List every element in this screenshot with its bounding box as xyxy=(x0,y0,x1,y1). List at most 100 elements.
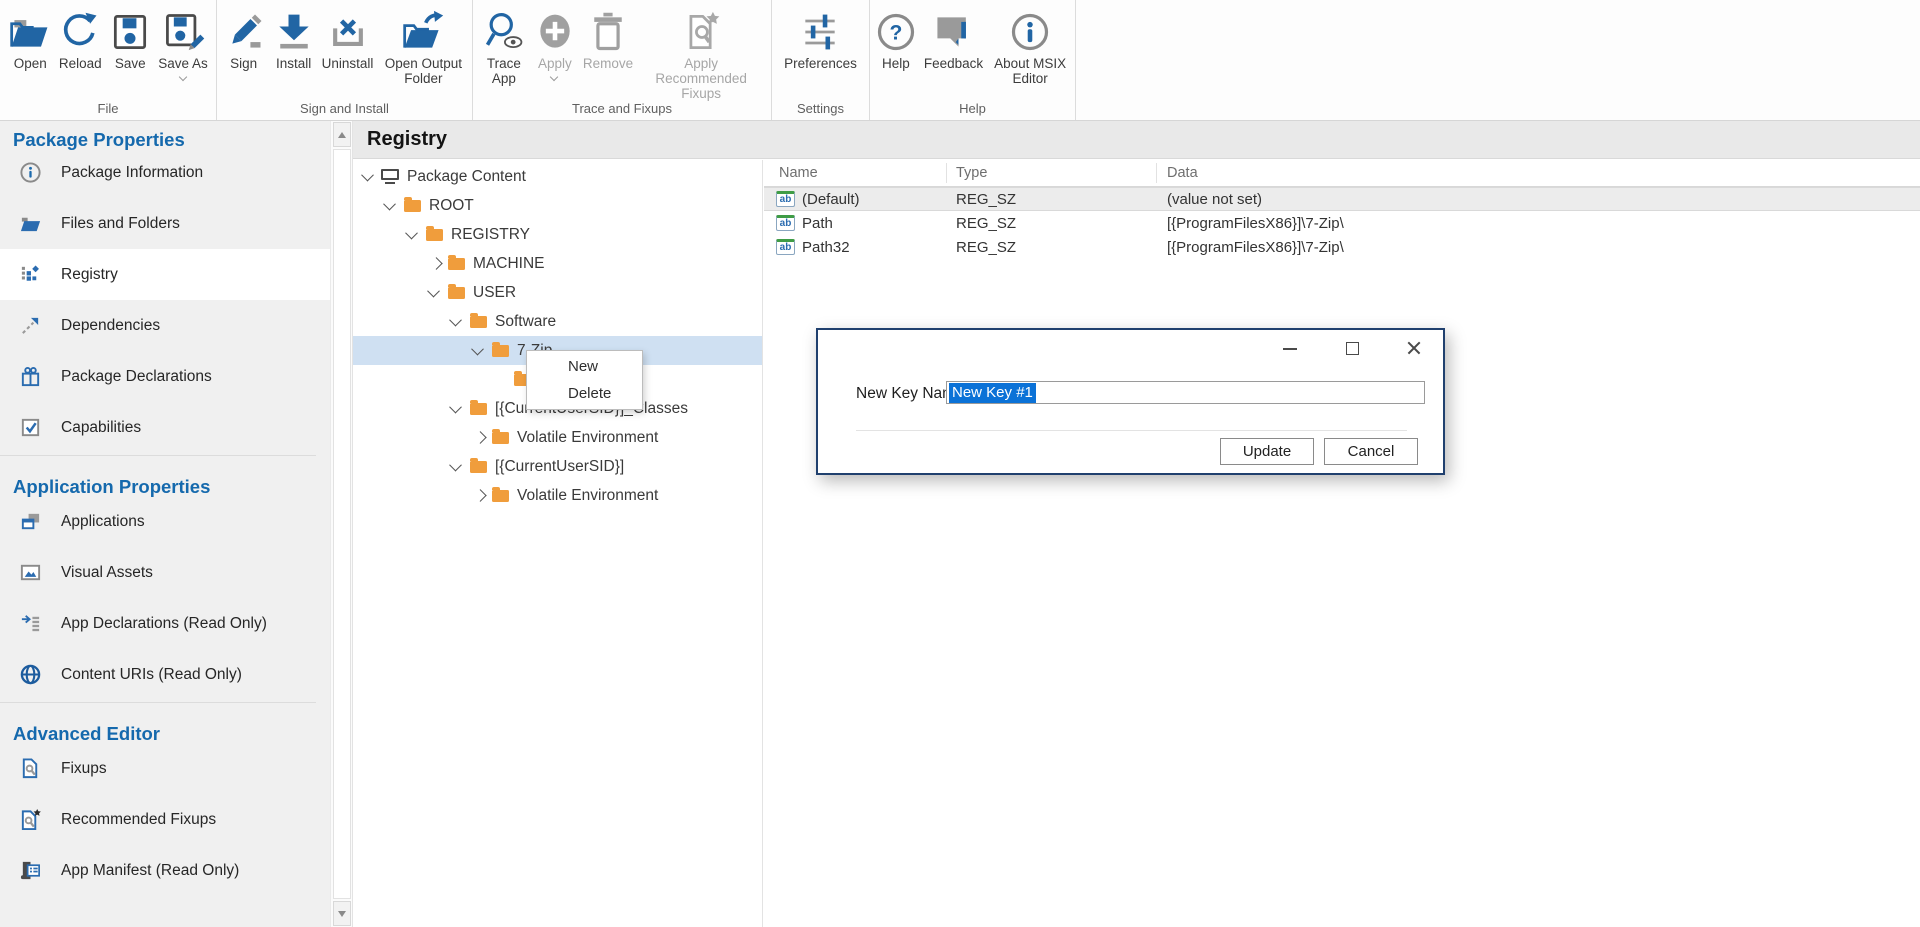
triangle-up-icon xyxy=(338,132,346,138)
table-header-row: Name Type Data xyxy=(764,160,1920,187)
svg-text:?: ? xyxy=(889,21,902,44)
about-msix-editor-button[interactable]: About MSIX Editor xyxy=(987,7,1073,86)
chevron-down-icon[interactable] xyxy=(361,169,374,182)
registry-values-table: Name Type Data ab (Default) REG_SZ (valu… xyxy=(764,160,1920,927)
sidebar-item-registry[interactable]: Registry xyxy=(0,249,330,300)
tree-row-package-content[interactable]: Package Content xyxy=(353,162,762,191)
sidebar-item-label: Package Information xyxy=(61,164,203,182)
table-row[interactable]: ab Path REG_SZ [{ProgramFilesX86}]\7-Zip… xyxy=(764,211,1920,235)
chevron-down-icon[interactable] xyxy=(405,227,418,240)
chevron-right-icon[interactable] xyxy=(474,489,487,502)
tree-row-user[interactable]: USER xyxy=(353,278,762,307)
tree-row-root[interactable]: ROOT xyxy=(353,191,762,220)
ribbon-group-trace-fixups: Trace App Apply Remove Apply Recommended… xyxy=(473,0,772,120)
open-output-folder-button[interactable]: Open Output Folder xyxy=(377,7,469,86)
scroll-up-button[interactable] xyxy=(333,122,351,147)
trace-app-button-label: Trace App xyxy=(481,56,527,86)
tree-row-currentusersid[interactable]: [{CurrentUserSID}] xyxy=(353,452,762,481)
uninstall-button[interactable]: Uninstall xyxy=(320,7,376,71)
chevron-right-icon[interactable] xyxy=(430,257,443,270)
app-windows-icon xyxy=(18,510,42,534)
reload-button[interactable]: Reload xyxy=(56,7,104,71)
tree-row-volatile-environment-2[interactable]: Volatile Environment xyxy=(353,481,762,510)
chevron-down-icon[interactable] xyxy=(449,401,462,414)
value-type: REG_SZ xyxy=(946,191,1156,208)
sidebar-item-capabilities[interactable]: Capabilities xyxy=(0,402,330,453)
tree-row-software[interactable]: Software xyxy=(353,307,762,336)
chevron-down-icon[interactable] xyxy=(471,343,484,356)
sidebar-item-app-manifest[interactable]: App Manifest (Read Only) xyxy=(0,845,330,896)
sidebar-item-app-declarations[interactable]: App Declarations (Read Only) xyxy=(0,598,330,649)
scroll-down-button[interactable] xyxy=(333,901,351,926)
chevron-down-icon[interactable] xyxy=(427,285,440,298)
sidebar-item-dependencies[interactable]: Dependencies xyxy=(0,300,330,351)
scrollbar-track[interactable] xyxy=(333,149,351,899)
sliders-icon xyxy=(798,8,842,56)
sidebar-item-files-and-folders[interactable]: Files and Folders xyxy=(0,198,330,249)
update-button[interactable]: Update xyxy=(1220,438,1314,465)
sidebar-item-label: Package Declarations xyxy=(61,368,212,386)
install-button[interactable]: Install xyxy=(270,7,318,71)
column-header-name[interactable]: Name xyxy=(764,165,946,181)
chevron-right-icon[interactable] xyxy=(474,431,487,444)
sign-pencil-icon xyxy=(222,8,266,56)
feedback-button[interactable]: Feedback xyxy=(922,7,985,71)
value-data: (value not set) xyxy=(1156,191,1920,208)
save-as-button[interactable]: Save As xyxy=(156,7,210,81)
open-button[interactable]: Open xyxy=(6,7,54,71)
section-heading-application-properties: Application Properties xyxy=(0,456,330,496)
page-title: Registry xyxy=(367,128,447,151)
folder-icon xyxy=(492,432,509,444)
value-type: REG_SZ xyxy=(946,215,1156,232)
info-circle-icon xyxy=(18,161,42,185)
plus-circle-icon xyxy=(533,8,577,56)
section-heading-advanced-editor: Advanced Editor xyxy=(0,703,330,743)
tree-row-machine[interactable]: MACHINE xyxy=(353,249,762,278)
column-header-type[interactable]: Type xyxy=(946,163,1156,183)
sidebar-item-recommended-fixups[interactable]: Recommended Fixups xyxy=(0,794,330,845)
save-floppy-icon xyxy=(108,8,152,56)
sidebar-item-applications[interactable]: Applications xyxy=(0,496,330,547)
apply-recommended-fixups-button[interactable]: Apply Recommended Fixups xyxy=(637,7,765,101)
new-key-name-input[interactable]: New Key #1 xyxy=(946,381,1425,404)
context-menu-item-delete[interactable]: Delete xyxy=(527,380,642,407)
remove-button[interactable]: Remove xyxy=(581,7,635,71)
chevron-down-icon[interactable] xyxy=(180,74,187,81)
tree-node-label: Software xyxy=(495,313,556,331)
cancel-button[interactable]: Cancel xyxy=(1324,438,1418,465)
chevron-down-icon[interactable] xyxy=(383,198,396,211)
tree-row-volatile-environment-1[interactable]: Volatile Environment xyxy=(353,423,762,452)
preferences-button[interactable]: Preferences xyxy=(782,7,859,71)
magnifier-eye-icon xyxy=(482,8,526,56)
sidebar-item-package-declarations[interactable]: Package Declarations xyxy=(0,351,330,402)
chevron-down-icon[interactable] xyxy=(449,314,462,327)
chevron-down-icon[interactable] xyxy=(551,74,558,81)
sidebar-item-content-uris[interactable]: Content URIs (Read Only) xyxy=(0,649,330,700)
ribbon-group-file: Open Reload Save Save As File xyxy=(0,0,217,120)
table-row[interactable]: ab Path32 REG_SZ [{ProgramFilesX86}]\7-Z… xyxy=(764,235,1920,259)
sidebar-item-visual-assets[interactable]: Visual Assets xyxy=(0,547,330,598)
column-header-data[interactable]: Data xyxy=(1156,163,1920,183)
ribbon-group-help-label: Help xyxy=(870,101,1075,116)
save-button[interactable]: Save xyxy=(106,7,154,71)
save-as-floppy-pencil-icon xyxy=(161,8,205,56)
speech-bubble-icon xyxy=(931,8,975,56)
table-row[interactable]: ab (Default) REG_SZ (value not set) xyxy=(764,187,1920,211)
context-menu-item-new[interactable]: New xyxy=(527,353,642,380)
sign-button[interactable]: Sign xyxy=(220,7,268,71)
folder-icon xyxy=(492,490,509,502)
sidebar-item-package-information[interactable]: Package Information xyxy=(0,147,330,198)
help-button[interactable]: ? Help xyxy=(872,7,920,71)
close-icon[interactable] xyxy=(1407,341,1421,355)
apply-recommended-fixups-button-label: Apply Recommended Fixups xyxy=(639,56,763,101)
maximize-icon[interactable] xyxy=(1345,341,1359,355)
sidebar-scrollbar[interactable] xyxy=(330,121,352,927)
tree-row-registry[interactable]: REGISTRY xyxy=(353,220,762,249)
sidebar-item-label: Content URIs (Read Only) xyxy=(61,666,242,684)
sidebar-item-fixups[interactable]: Fixups xyxy=(0,743,330,794)
minimize-icon[interactable] xyxy=(1283,341,1297,355)
ribbon-group-sign-install-label: Sign and Install xyxy=(217,101,472,116)
trace-app-button[interactable]: Trace App xyxy=(479,7,529,86)
chevron-down-icon[interactable] xyxy=(449,459,462,472)
apply-button[interactable]: Apply xyxy=(531,7,579,81)
